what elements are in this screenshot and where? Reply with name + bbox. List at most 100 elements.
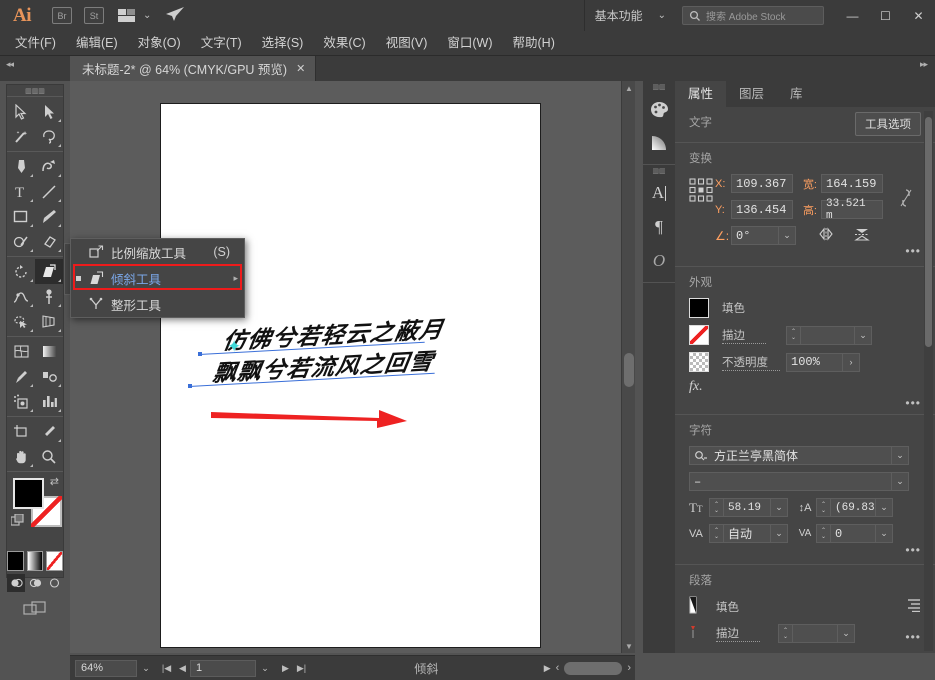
swatches-panel-button[interactable] bbox=[643, 92, 675, 126]
eraser-tool[interactable] bbox=[35, 229, 63, 254]
opacity-input[interactable]: 100% bbox=[786, 352, 843, 372]
minimize-button[interactable]: — bbox=[836, 0, 869, 31]
paragraph-fill-label[interactable]: 填色 bbox=[716, 599, 739, 615]
menu-file[interactable]: 文件(F) bbox=[5, 31, 66, 56]
rotate-tool[interactable] bbox=[7, 259, 35, 284]
draw-inside-button[interactable] bbox=[45, 574, 63, 592]
leading-dropdown-icon[interactable]: ⌄ bbox=[876, 498, 893, 517]
width-tool[interactable] bbox=[7, 284, 35, 309]
fill-label[interactable]: 填色 bbox=[722, 300, 745, 316]
transform-more-options[interactable]: ••• bbox=[905, 244, 921, 258]
selection-tool[interactable] bbox=[7, 99, 35, 124]
fx-button[interactable]: fx. bbox=[689, 379, 703, 395]
flyout-item-shear-tool[interactable]: 倾斜工具 ▸ bbox=[71, 265, 244, 291]
opacity-options-icon[interactable]: › bbox=[843, 352, 860, 372]
paragraph-stroke-input[interactable] bbox=[792, 624, 838, 643]
default-fill-stroke-icon[interactable] bbox=[10, 513, 24, 530]
play-icon[interactable]: ▶ bbox=[544, 663, 551, 674]
font-size-dropdown-icon[interactable]: ⌄ bbox=[771, 498, 788, 517]
color-mode-gradient[interactable] bbox=[26, 551, 44, 571]
scrollbar-thumb[interactable] bbox=[624, 353, 634, 387]
scroll-up-icon[interactable]: ▲ bbox=[622, 81, 636, 95]
close-icon[interactable]: ✕ bbox=[296, 62, 305, 75]
paragraph-fill-swatch[interactable] bbox=[689, 596, 701, 617]
lasso-tool[interactable] bbox=[35, 124, 63, 149]
symbol-sprayer-tool[interactable] bbox=[7, 389, 35, 414]
stock-button[interactable]: St bbox=[84, 7, 104, 24]
tab-properties[interactable]: 属性 bbox=[675, 81, 727, 107]
kerning-dropdown-icon[interactable]: ⌄ bbox=[771, 524, 788, 543]
close-button[interactable]: ✕ bbox=[902, 0, 935, 31]
flip-horizontal-button[interactable] bbox=[818, 227, 834, 244]
font-style-input[interactable]: – bbox=[689, 472, 892, 491]
zoom-tool[interactable] bbox=[35, 444, 63, 469]
fill-swatch[interactable] bbox=[13, 478, 44, 509]
scroll-right-icon[interactable]: › bbox=[627, 662, 631, 674]
opacity-swatch[interactable] bbox=[689, 352, 709, 372]
color-mode-color[interactable] bbox=[7, 551, 24, 571]
document-tab[interactable]: 未标题-2* @ 64% (CMYK/GPU 预览) ✕ bbox=[70, 56, 317, 81]
selection-anchor-point[interactable] bbox=[198, 352, 202, 356]
collapse-left-icon[interactable]: ◂◂ bbox=[6, 59, 14, 70]
toolbar-grip[interactable]: ▥▥▥ bbox=[7, 85, 63, 96]
maximize-button[interactable]: ☐ bbox=[869, 0, 902, 31]
stock-search-input[interactable]: 搜索 Adobe Stock bbox=[682, 6, 824, 25]
menu-window[interactable]: 窗口(W) bbox=[437, 31, 502, 56]
stroke-color-swatch[interactable] bbox=[689, 325, 709, 345]
shaper-tool[interactable] bbox=[7, 229, 35, 254]
paragraph-panel-button[interactable]: ¶ bbox=[643, 210, 675, 244]
artboard[interactable]: 仿佛兮若轻云之蔽月 飘飘兮若流风之回雪 ✦ bbox=[160, 103, 541, 648]
swap-fill-stroke-icon[interactable]: ⇄ bbox=[50, 475, 59, 488]
screen-mode-button[interactable] bbox=[7, 595, 63, 619]
stroke-label[interactable]: 描边 bbox=[722, 327, 766, 344]
paintbrush-tool[interactable] bbox=[35, 204, 63, 229]
status-message[interactable]: 倾斜 bbox=[309, 660, 544, 677]
opacity-label[interactable]: 不透明度 bbox=[722, 354, 780, 371]
scroll-down-icon[interactable]: ▼ bbox=[622, 639, 636, 653]
chevron-down-icon[interactable]: ⌄ bbox=[779, 226, 796, 245]
flip-vertical-button[interactable] bbox=[854, 227, 870, 245]
gradient-tool[interactable] bbox=[35, 339, 63, 364]
menu-effect[interactable]: 效果(C) bbox=[313, 31, 375, 56]
flyout-item-scale-tool[interactable]: 比例缩放工具 (S) bbox=[71, 239, 244, 265]
gradient-panel-button[interactable] bbox=[643, 126, 675, 160]
shape-builder-tool[interactable] bbox=[7, 309, 35, 334]
width-input[interactable]: 164.159 bbox=[821, 174, 883, 193]
menu-help[interactable]: 帮助(H) bbox=[503, 31, 565, 56]
fill-color-swatch[interactable] bbox=[689, 298, 709, 318]
workspace-switcher[interactable]: 基本功能 ⌄ bbox=[583, 0, 676, 31]
blend-tool[interactable] bbox=[35, 364, 63, 389]
shear-tool[interactable] bbox=[35, 259, 63, 284]
canvas-vertical-scrollbar[interactable]: ▲ ▼ bbox=[621, 81, 635, 653]
appearance-more-options[interactable]: ••• bbox=[905, 396, 921, 410]
font-family-dropdown-icon[interactable]: ⌄ bbox=[892, 446, 909, 465]
chevron-down-icon[interactable]: ⌄ bbox=[855, 325, 872, 345]
leading-input[interactable]: (69.83 bbox=[830, 498, 876, 517]
perspective-grid-tool[interactable] bbox=[35, 309, 63, 334]
previous-artboard-button[interactable]: ◀ bbox=[175, 663, 190, 674]
x-input[interactable]: 109.367 bbox=[731, 174, 793, 193]
height-input[interactable]: 33.521 m bbox=[821, 198, 883, 222]
column-graph-tool[interactable] bbox=[35, 389, 63, 414]
chevron-down-icon[interactable]: ⌄ bbox=[838, 624, 855, 643]
character-more-options[interactable]: ••• bbox=[905, 543, 921, 557]
font-size-stepper[interactable]: ⌃ ⌄ bbox=[709, 498, 723, 517]
last-artboard-button[interactable]: ▶| bbox=[294, 663, 309, 674]
canvas-area[interactable]: 仿佛兮若轻云之蔽月 飘飘兮若流风之回雪 ✦ bbox=[70, 81, 621, 653]
character-panel-button[interactable]: A bbox=[643, 176, 675, 210]
tool-options-button[interactable]: 工具选项 bbox=[855, 112, 921, 136]
artboard-number-input[interactable]: 1 bbox=[190, 659, 256, 677]
kerning-stepper[interactable]: ⌃ ⌄ bbox=[709, 524, 723, 543]
stroke-weight-input[interactable] bbox=[800, 325, 855, 345]
zoom-level-input[interactable]: 64% bbox=[75, 659, 137, 677]
selection-anchor-point[interactable] bbox=[188, 384, 192, 388]
menu-type[interactable]: 文字(T) bbox=[191, 31, 252, 56]
magic-wand-tool[interactable] bbox=[7, 124, 35, 149]
link-dimensions-button[interactable] bbox=[899, 174, 921, 211]
paragraph-align-button[interactable] bbox=[907, 598, 921, 615]
menu-select[interactable]: 选择(S) bbox=[252, 31, 314, 56]
zoom-dropdown-icon[interactable]: ⌄ bbox=[137, 660, 155, 677]
free-transform-tool[interactable] bbox=[35, 284, 63, 309]
paragraph-stroke-stepper[interactable]: ⌃ ⌄ bbox=[778, 624, 792, 643]
paragraph-stroke-label[interactable]: 描边 bbox=[716, 625, 760, 642]
